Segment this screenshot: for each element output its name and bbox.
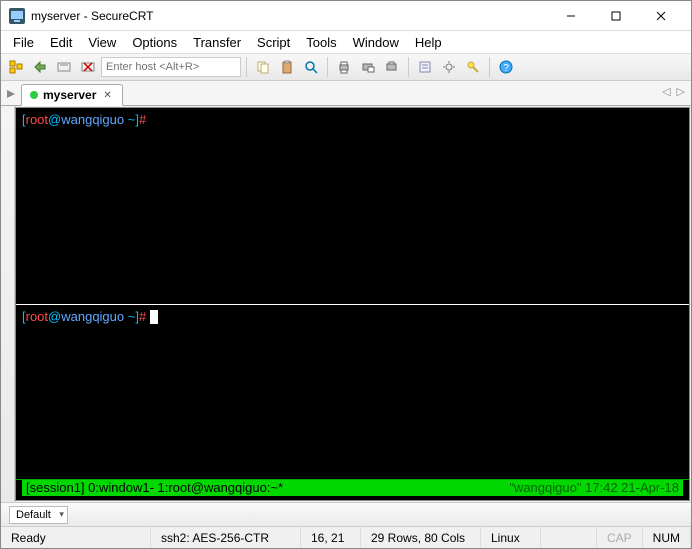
menu-window[interactable]: Window (345, 33, 407, 52)
print-screen-icon[interactable] (357, 56, 379, 78)
toolbar-separator (327, 57, 328, 77)
menubar: File Edit View Options Transfer Script T… (1, 31, 691, 53)
help-icon[interactable]: ? (495, 56, 517, 78)
print-icon[interactable] (333, 56, 355, 78)
menu-transfer[interactable]: Transfer (185, 33, 249, 52)
terminal[interactable]: [root@wangqiguo ~]# [root@wangqiguo ~]# … (16, 108, 689, 500)
maximize-button[interactable] (593, 2, 638, 30)
quick-connect-icon[interactable] (29, 56, 51, 78)
cursor (150, 310, 158, 324)
statusbar: Ready ssh2: AES-256-CTR 16, 21 29 Rows, … (1, 526, 691, 548)
properties-icon[interactable] (414, 56, 436, 78)
tmux-right: "wangqiguo" 17:42 21-Apr-18 (509, 480, 679, 496)
menu-help[interactable]: Help (407, 33, 450, 52)
side-gutter[interactable] (1, 106, 15, 502)
menu-tools[interactable]: Tools (298, 33, 344, 52)
status-num: NUM (643, 527, 691, 548)
status-cap: CAP (597, 527, 643, 548)
status-dot-icon (30, 91, 38, 99)
tmux-statusbar: [session1] 0:window1- 1:root@wangqiguo:~… (22, 480, 683, 496)
tabbar: myserver ✕ ◁ ▷ (1, 81, 691, 106)
pane-border (16, 479, 689, 480)
menu-edit[interactable]: Edit (42, 33, 80, 52)
status-size: 29 Rows, 80 Cols (361, 527, 481, 548)
minimize-button[interactable] (548, 2, 593, 30)
tmux-left: [session1] 0:window1- 1:root@wangqiguo:~… (26, 480, 283, 496)
app-icon (9, 8, 25, 24)
tab-list-icon[interactable] (7, 83, 17, 105)
toolbar-separator (489, 57, 490, 77)
tab-prev-icon[interactable]: ◁ (662, 85, 670, 98)
window-title: myserver - SecureCRT (31, 9, 548, 23)
pane-divider (16, 304, 689, 305)
menu-view[interactable]: View (80, 33, 124, 52)
status-pos: 16, 21 (301, 527, 361, 548)
tab-close-icon[interactable]: ✕ (101, 90, 113, 101)
status-ready: Ready (1, 527, 151, 548)
find-icon[interactable] (300, 56, 322, 78)
terminal-pane: [root@wangqiguo ~]# [root@wangqiguo ~]# … (15, 107, 690, 501)
toolbar-separator (246, 57, 247, 77)
tab-label: myserver (43, 88, 96, 102)
disconnect-icon[interactable] (77, 56, 99, 78)
chat-target-dropdown[interactable]: Default (9, 506, 68, 524)
terminal-line: [root@wangqiguo ~]# (22, 112, 683, 128)
terminal-line: [root@wangqiguo ~]# (22, 309, 683, 325)
window-buttons (548, 2, 683, 30)
tab-nav: ◁ ▷ (662, 85, 685, 98)
copy-icon[interactable] (252, 56, 274, 78)
menu-file[interactable]: File (5, 33, 42, 52)
status-cipher: ssh2: AES-256-CTR (151, 527, 301, 548)
session-tab[interactable]: myserver ✕ (21, 84, 123, 106)
key-icon[interactable] (462, 56, 484, 78)
titlebar: myserver - SecureCRT (1, 1, 691, 31)
settings-icon[interactable] (438, 56, 460, 78)
toolbar-separator (408, 57, 409, 77)
workarea: [root@wangqiguo ~]# [root@wangqiguo ~]# … (1, 106, 691, 502)
host-input[interactable] (101, 57, 241, 77)
paste-icon[interactable] (276, 56, 298, 78)
status-os: Linux (481, 527, 541, 548)
menu-options[interactable]: Options (124, 33, 185, 52)
status-spacer (541, 527, 597, 548)
session-toolbar: Default (1, 502, 691, 526)
close-button[interactable] (638, 2, 683, 30)
connect-bar-icon[interactable] (53, 56, 75, 78)
print-selection-icon[interactable] (381, 56, 403, 78)
svg-text:?: ? (503, 63, 509, 74)
dropdown-label: Default (16, 509, 51, 521)
toolbar: ? (1, 53, 691, 81)
menu-script[interactable]: Script (249, 33, 298, 52)
session-manager-icon[interactable] (5, 56, 27, 78)
tab-next-icon[interactable]: ▷ (677, 85, 685, 98)
